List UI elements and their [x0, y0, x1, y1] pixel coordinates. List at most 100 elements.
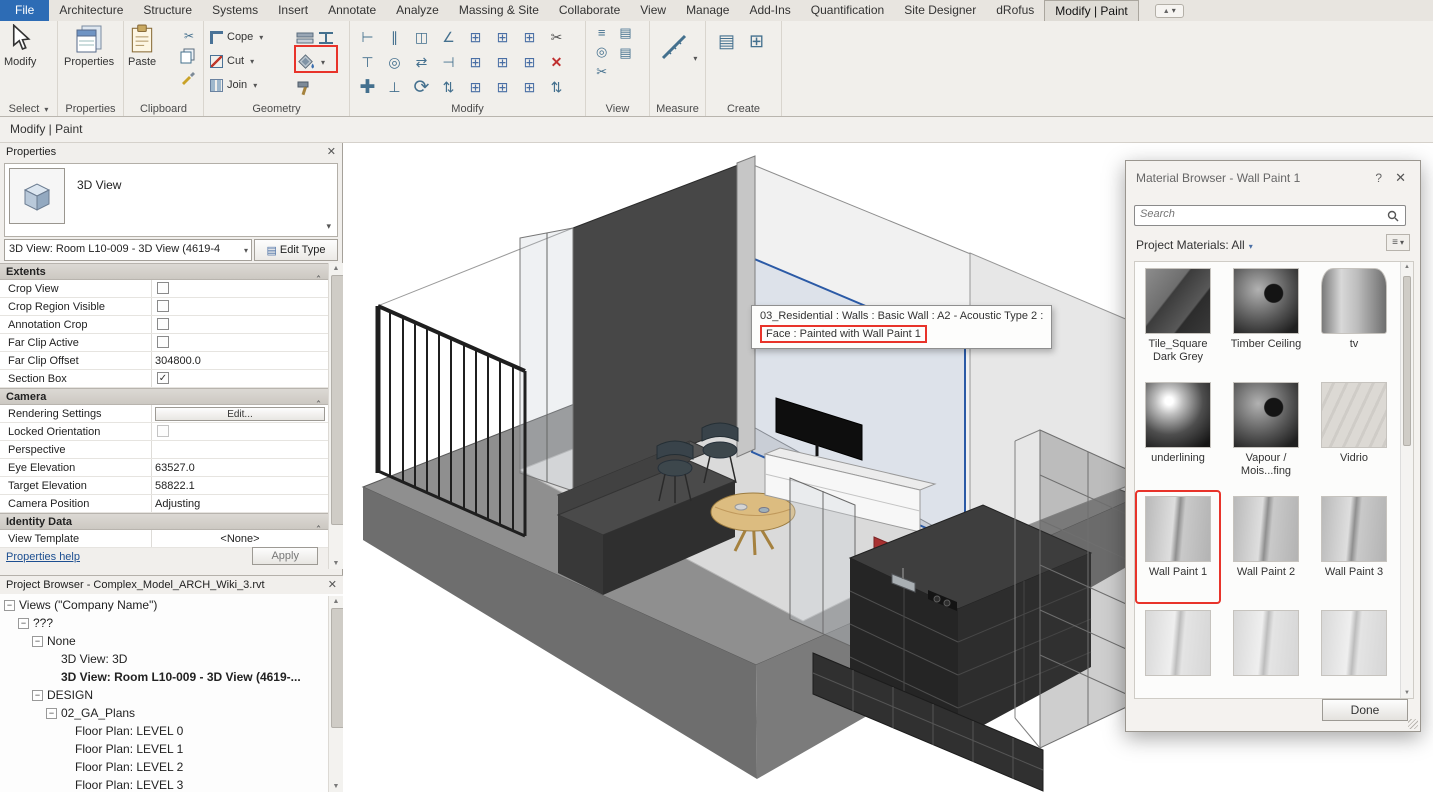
- far-clip-active-checkbox[interactable]: [157, 336, 169, 348]
- dialog-help-icon[interactable]: ?: [1375, 171, 1382, 185]
- ungroup-icon[interactable]: ⊞: [516, 79, 543, 96]
- cope-button[interactable]: Cope▾: [210, 25, 263, 49]
- material-wall-paint-1[interactable]: Wall Paint 1: [1139, 496, 1217, 579]
- align-icon[interactable]: ⊢: [354, 29, 381, 46]
- material-partial-3[interactable]: [1315, 610, 1393, 680]
- match-type-brush-icon[interactable]: [180, 69, 196, 85]
- properties-scrollbar[interactable]: ▲ ▼: [328, 263, 343, 569]
- ribbon-display-toggle[interactable]: ▲▾: [1155, 4, 1184, 18]
- tab-view[interactable]: View: [630, 0, 676, 21]
- tree-item-3d-view-3d[interactable]: 3D View: 3D: [0, 650, 328, 668]
- material-tile-square-dark-grey[interactable]: Tile_Square Dark Grey: [1139, 268, 1217, 364]
- material-wall-paint-2[interactable]: Wall Paint 2: [1227, 496, 1305, 579]
- done-button[interactable]: Done: [1322, 699, 1408, 721]
- scroll-up-icon[interactable]: ▲: [329, 265, 343, 272]
- matrix-icon[interactable]: ⊞: [489, 54, 516, 71]
- extend-icon[interactable]: ⊣: [435, 54, 462, 71]
- collapse-icon[interactable]: −: [4, 600, 15, 611]
- rotate-icon[interactable]: ⟳: [408, 76, 435, 99]
- wall-joins-icon[interactable]: [296, 29, 314, 47]
- materials-scrollbar[interactable]: ▲ ▼: [1400, 262, 1413, 698]
- material-timber-ceiling[interactable]: Timber Ceiling: [1227, 268, 1305, 351]
- copy-array-icon[interactable]: ⊞: [516, 29, 543, 46]
- tree-item-floor-plan-level2[interactable]: Floor Plan: LEVEL 2: [0, 758, 328, 776]
- material-search-input[interactable]: [1140, 208, 1380, 220]
- mirror-icon[interactable]: ◫: [408, 29, 435, 46]
- properties-toggle-button[interactable]: Properties: [64, 24, 114, 68]
- beam-joins-icon[interactable]: [317, 29, 335, 47]
- tree-item-ga-plans[interactable]: −02_GA_Plans: [0, 704, 328, 722]
- scroll-down-icon[interactable]: ▼: [329, 560, 343, 567]
- tree-item-floor-plan-level1[interactable]: Floor Plan: LEVEL 1: [0, 740, 328, 758]
- collapse-icon[interactable]: −: [32, 690, 43, 701]
- move-icon[interactable]: ✚: [354, 76, 381, 99]
- tab-massing-site[interactable]: Massing & Site: [449, 0, 549, 21]
- tab-add-ins[interactable]: Add-Ins: [739, 0, 800, 21]
- swap-icon[interactable]: ⇄: [408, 54, 435, 71]
- far-clip-offset-value[interactable]: 304800.0: [152, 352, 328, 369]
- demolish-hammer-icon[interactable]: [296, 79, 314, 97]
- annotation-crop-checkbox[interactable]: [157, 318, 169, 330]
- thin-lines-icon[interactable]: ≡: [596, 25, 607, 40]
- group-extents[interactable]: Extents: [0, 263, 328, 280]
- select-panel-label[interactable]: Select ▾: [0, 103, 57, 115]
- create-group-icon[interactable]: ▤: [718, 31, 735, 52]
- material-wall-paint-3[interactable]: Wall Paint 3: [1315, 496, 1393, 579]
- tab-manage[interactable]: Manage: [676, 0, 739, 21]
- tree-item-floor-plan-level0[interactable]: Floor Plan: LEVEL 0: [0, 722, 328, 740]
- create-assembly-icon[interactable]: ⊞: [749, 31, 764, 52]
- tree-item-3d-view-room[interactable]: 3D View: Room L10-009 - 3D View (4619-..…: [0, 668, 328, 686]
- measure-button[interactable]: ▾: [660, 33, 697, 64]
- offset-lines-icon[interactable]: ∥: [381, 29, 408, 46]
- window-list-icon[interactable]: ▤: [619, 45, 631, 61]
- collapse-icon[interactable]: −: [32, 636, 43, 647]
- tab-insert[interactable]: Insert: [268, 0, 318, 21]
- locked-orientation-checkbox[interactable]: [157, 425, 169, 437]
- array-icon[interactable]: ⊞: [462, 29, 489, 46]
- glass-door[interactable]: [790, 478, 855, 648]
- measure-arrows-icon[interactable]: ⇅: [543, 79, 570, 96]
- array-grid-icon[interactable]: ⊞: [462, 54, 489, 71]
- material-vidrio[interactable]: Vidrio: [1315, 382, 1393, 465]
- scroll-up-icon[interactable]: ▲: [329, 598, 343, 605]
- tab-collaborate[interactable]: Collaborate: [549, 0, 630, 21]
- materials-scrollbar-thumb[interactable]: [1403, 276, 1411, 446]
- tab-drofus[interactable]: dRofus: [986, 0, 1044, 21]
- project-materials-filter[interactable]: Project Materials: All▾: [1136, 238, 1253, 252]
- trim-icon[interactable]: ⊤: [354, 54, 381, 71]
- group-camera[interactable]: Camera: [0, 388, 328, 405]
- scale-grid-icon[interactable]: ⊞: [516, 54, 543, 71]
- offset-icon[interactable]: ◎: [381, 54, 408, 71]
- array-row-icon[interactable]: ⊞: [462, 79, 489, 96]
- material-partial-1[interactable]: [1139, 610, 1217, 680]
- tab-site-designer[interactable]: Site Designer: [894, 0, 986, 21]
- tab-architecture[interactable]: Architecture: [49, 0, 133, 21]
- tab-file[interactable]: File: [0, 0, 49, 21]
- cut-profile-icon[interactable]: ✂: [596, 64, 607, 80]
- angle-icon[interactable]: ∠: [435, 29, 462, 46]
- window-tile-icon[interactable]: ▤: [619, 25, 631, 41]
- collapse-icon[interactable]: −: [18, 618, 29, 629]
- type-selector[interactable]: 3D View ▾: [4, 163, 338, 237]
- copy-to-clipboard-icon[interactable]: [180, 48, 196, 64]
- align-arrows-icon[interactable]: ⇅: [435, 79, 462, 96]
- material-tv[interactable]: tv: [1315, 268, 1393, 351]
- tab-analyze[interactable]: Analyze: [386, 0, 449, 21]
- paste-button[interactable]: Paste: [128, 24, 156, 68]
- collapse-icon[interactable]: −: [46, 708, 57, 719]
- rendering-settings-edit-button[interactable]: Edit...: [155, 407, 325, 421]
- paint-button[interactable]: ▾: [296, 50, 348, 75]
- material-partial-2[interactable]: [1227, 610, 1305, 680]
- search-icon[interactable]: [1387, 210, 1399, 222]
- target-elevation-value[interactable]: 58822.1: [152, 477, 328, 494]
- properties-help-link[interactable]: Properties help: [6, 551, 80, 563]
- tree-item-none[interactable]: −None: [0, 632, 328, 650]
- cut-to-clipboard-icon[interactable]: ✂: [180, 29, 198, 43]
- properties-close-icon[interactable]: ✕: [327, 145, 336, 158]
- pin-icon[interactable]: ⊥: [381, 79, 408, 96]
- crop-view-checkbox[interactable]: [157, 282, 169, 294]
- tab-modify-paint[interactable]: Modify | Paint: [1044, 0, 1138, 21]
- modify-tool-button[interactable]: Modify: [4, 24, 36, 68]
- tree-item-unknown[interactable]: −???: [0, 614, 328, 632]
- scroll-up-icon[interactable]: ▲: [1401, 264, 1413, 270]
